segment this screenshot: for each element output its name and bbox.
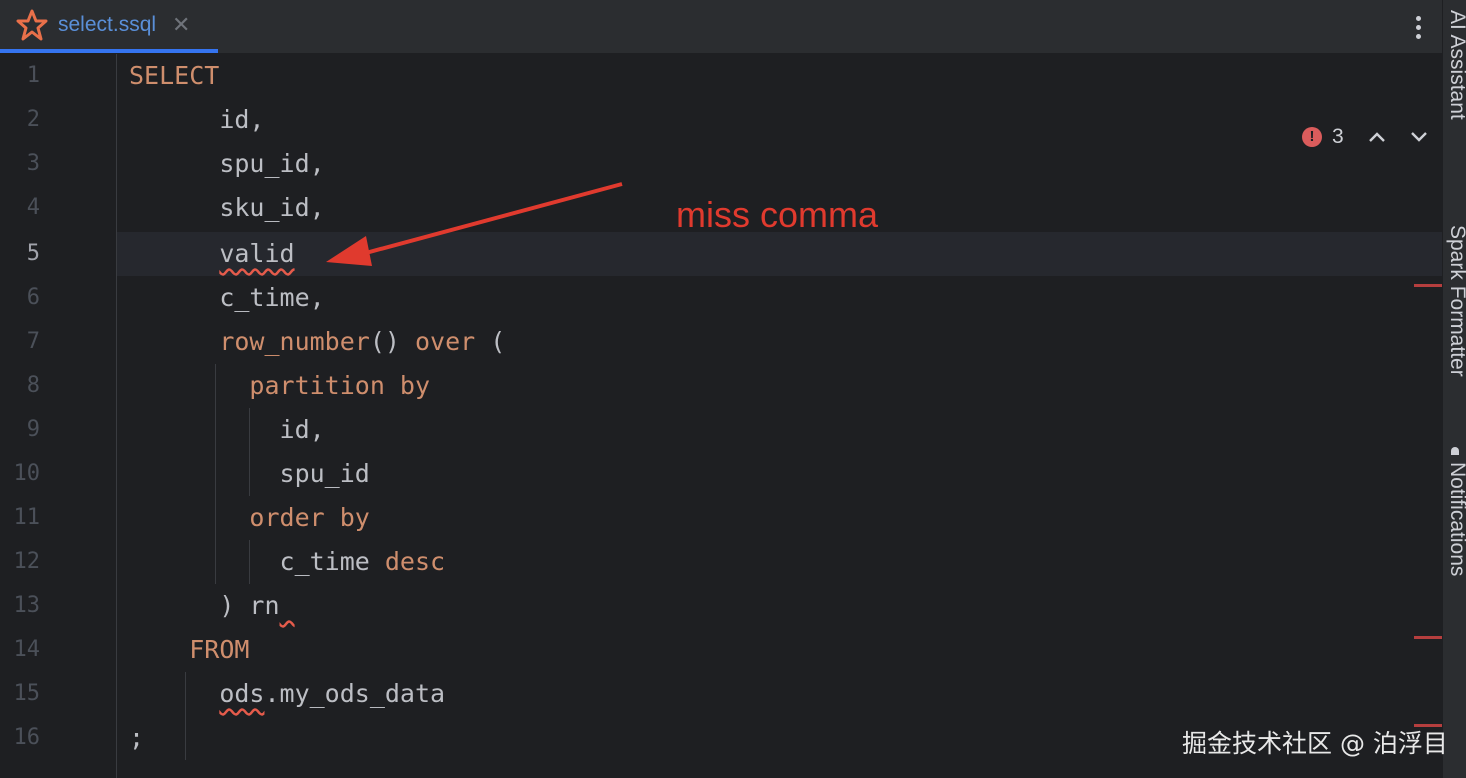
line-number-current: 5 <box>26 241 40 266</box>
code-line: id, <box>129 408 325 452</box>
code-token: id, <box>279 415 325 444</box>
code-line: id, <box>129 98 264 142</box>
code-line: spu_id, <box>129 142 325 186</box>
error-stripe-marker[interactable] <box>1414 636 1442 639</box>
line-number: 10 <box>13 461 41 486</box>
tab-select-ssql[interactable]: select.ssql ✕ <box>0 0 218 53</box>
keyword-token: SELECT <box>129 61 220 90</box>
line-number: 7 <box>26 329 40 354</box>
code-token: ) rn <box>219 591 280 620</box>
code-line: order by <box>129 496 370 540</box>
keyword-token: over <box>414 327 476 356</box>
line-number: 11 <box>13 505 41 530</box>
line-number: 2 <box>26 107 40 132</box>
error-token: ods <box>219 679 265 708</box>
keyword-token: FROM <box>189 635 250 664</box>
editor-tab-bar: select.ssql ✕ <box>0 0 1442 54</box>
line-number: 12 <box>13 549 41 574</box>
code-line: ) rn <box>129 584 295 628</box>
line-number: 1 <box>26 63 40 88</box>
keyword-token: row_number <box>219 327 370 356</box>
line-number: 13 <box>13 593 41 618</box>
code-editor[interactable]: SELECT id, spu_id, sku_id, valid c_time,… <box>117 54 1442 778</box>
line-number: 6 <box>26 285 40 310</box>
tab-file-name: select.ssql <box>58 12 157 36</box>
annotation-text: miss comma <box>676 194 879 235</box>
code-token: spu_id <box>279 459 370 488</box>
code-token: spu_id, <box>219 149 325 178</box>
right-tool-strip: AI Assistant Spark Formatter Notificatio… <box>1442 0 1466 778</box>
keyword-token: order by <box>249 503 370 532</box>
line-number: 16 <box>13 725 41 750</box>
line-number: 15 <box>13 681 41 706</box>
code-token: .my_ods_data <box>264 679 446 708</box>
bell-icon <box>1448 445 1462 459</box>
code-line: c_time, <box>129 276 325 320</box>
line-number: 3 <box>26 151 40 176</box>
code-token: id, <box>219 105 265 134</box>
code-line: ; <box>129 716 144 760</box>
code-token: sku_id, <box>219 193 325 222</box>
code-line: valid <box>129 232 295 276</box>
line-number: 14 <box>13 637 41 662</box>
code-line: spu_id <box>129 452 370 496</box>
notifications-tool[interactable]: Notifications <box>1445 462 1466 576</box>
next-error-icon[interactable] <box>1410 127 1428 148</box>
star-file-icon <box>14 7 50 43</box>
previous-error-icon[interactable] <box>1368 127 1386 148</box>
close-icon[interactable]: ✕ <box>172 12 190 38</box>
code-line: sku_id, <box>129 186 325 230</box>
spark-formatter-tool[interactable]: Spark Formatter <box>1445 225 1466 377</box>
code-token: c_time, <box>219 283 325 312</box>
code-token: () <box>369 327 415 356</box>
keyword-token: partition by <box>249 371 431 400</box>
current-line-highlight <box>117 232 1442 276</box>
ai-assistant-tool[interactable]: AI Assistant <box>1445 10 1466 120</box>
line-number: 9 <box>26 417 40 442</box>
code-line: row_number() over ( <box>129 320 505 364</box>
code-token: ; <box>129 723 145 752</box>
code-line: partition by <box>129 364 430 408</box>
code-line: ods.my_ods_data <box>129 672 445 716</box>
more-options-icon[interactable] <box>1406 12 1430 42</box>
code-token: ( <box>475 327 506 356</box>
keyword-token: desc <box>384 547 446 576</box>
inspection-widget[interactable]: ! 3 <box>1302 122 1428 152</box>
error-token <box>280 591 295 620</box>
line-number: 8 <box>26 373 40 398</box>
code-line: FROM <box>129 628 249 672</box>
error-icon: ! <box>1302 127 1322 147</box>
error-token: valid <box>219 239 295 268</box>
line-number: 4 <box>26 195 40 220</box>
watermark: 掘金技术社区 @ 泊浮目 <box>1182 729 1448 758</box>
line-number-gutter: 1 2 3 4 5 6 7 8 9 10 11 12 13 14 15 16 <box>0 54 117 778</box>
code-line: SELECT <box>129 54 219 98</box>
error-stripe-marker[interactable] <box>1414 284 1442 287</box>
code-line: c_time desc <box>129 540 446 584</box>
error-count: 3 <box>1332 125 1344 148</box>
code-token: c_time <box>279 547 385 576</box>
